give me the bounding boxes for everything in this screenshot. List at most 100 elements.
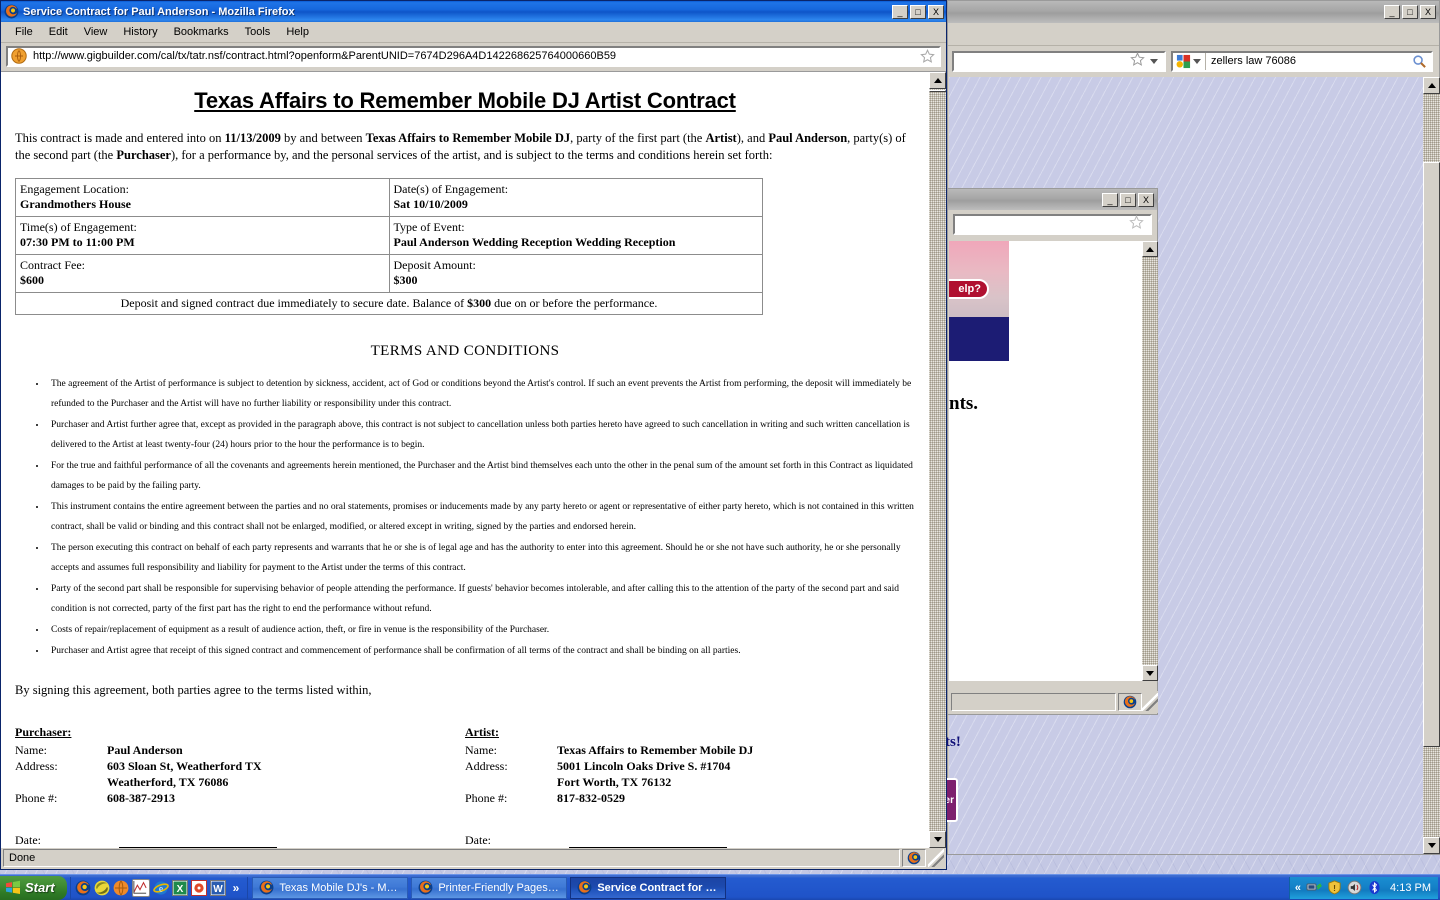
scroll-down-button[interactable] [1423,837,1440,854]
site-identity-icon[interactable] [11,48,27,64]
menu-item-history[interactable]: History [115,24,165,40]
quick-launch-bar[interactable]: e X W » [69,876,249,899]
signature-date-line[interactable] [569,834,727,848]
tray-expand-icon[interactable]: « [1295,882,1301,894]
menu-item-help[interactable]: Help [278,24,317,40]
taskbar-item-printer-friendly-pages[interactable]: Printer-Friendly Pages - ... [411,876,568,899]
background-window-b-navbar[interactable] [948,210,1157,238]
network-icon[interactable] [1306,880,1322,895]
maximize-button[interactable]: □ [1120,192,1136,207]
bluetooth-icon[interactable] [1367,880,1382,895]
address-bar[interactable]: http://www.gigbuilder.com/cal/tx/tatr.ns… [6,45,941,67]
menu-item-view[interactable]: View [76,24,116,40]
list-item: Party of the second part shall be respon… [47,579,915,619]
maximize-button[interactable]: □ [1402,5,1418,19]
bookmark-star-icon[interactable] [1130,52,1145,70]
intro-prefix: This contract is made and entered into o… [15,130,225,145]
clock[interactable]: 4:13 PM [1390,882,1431,894]
scroll-down-button[interactable] [929,830,946,848]
browser-content-area: Texas Affairs to Remember Mobile DJ Arti… [1,70,946,848]
firefox-status-icon[interactable] [902,849,926,868]
url-text[interactable]: http://www.gigbuilder.com/cal/tx/tatr.ns… [33,50,920,62]
navigation-toolbar[interactable]: http://www.gigbuilder.com/cal/tx/tatr.ns… [1,42,946,70]
maximize-button[interactable]: □ [910,4,926,19]
firefox-status-icon[interactable] [1118,693,1142,711]
background-url-bar[interactable] [952,50,1166,72]
purchaser-block: Purchaser: Name: Paul Anderson Address: … [15,724,465,848]
minimize-button[interactable]: _ [892,4,908,19]
background-search-input[interactable]: zellers law 76086 [1211,55,1412,67]
background-scrollbar-vertical[interactable] [1423,77,1440,854]
page-scrollbar-vertical[interactable] [929,71,946,848]
menu-item-bookmarks[interactable]: Bookmarks [166,24,237,40]
scrollbar-thumb[interactable] [1423,162,1440,747]
background-window-b-titlebar[interactable]: _ □ X [948,189,1157,210]
signature-date-line[interactable] [119,834,277,848]
taskbar-item-service-contract[interactable]: Service Contract for P... [570,876,727,899]
scroll-down-button[interactable] [1142,665,1158,681]
firefox-quicklaunch-icon[interactable] [75,880,91,896]
scroll-up-button[interactable] [1423,77,1440,94]
deposit-note-prefix: Deposit and signed contract due immediat… [120,295,468,310]
search-magnifier-icon[interactable] [1412,54,1427,69]
netscape-quicklaunch-icon[interactable] [94,880,110,896]
contract-intro-paragraph: This contract is made and entered into o… [15,130,915,164]
bookmark-star-icon[interactable] [1129,215,1144,233]
close-button[interactable]: X [1420,5,1436,19]
search-engine-dropdown-icon[interactable] [1193,58,1201,64]
url-dropdown-icon[interactable] [1150,58,1158,64]
start-button[interactable]: Start [0,875,67,900]
internet-explorer-quicklaunch-icon[interactable]: e [152,880,169,896]
chart-quicklaunch-icon[interactable] [131,878,150,897]
background-window-navbar[interactable]: zellers law 76086 [948,46,1439,76]
volume-icon[interactable] [1347,880,1362,895]
background-b-url-bar[interactable] [953,213,1152,235]
window-controls[interactable]: _ □ X [892,4,944,19]
cell-type-of-event: Type of Event: Paul Anderson Wedding Rec… [388,215,763,255]
menu-item-file[interactable]: File [7,24,41,40]
word-quicklaunch-icon[interactable]: W [209,879,226,896]
label: Address: [465,758,508,773]
quicklaunch-overflow-icon[interactable]: » [229,881,244,895]
scrollbar-thumb[interactable] [929,89,946,92]
minimize-button[interactable]: _ [1102,192,1118,207]
menu-item-tools[interactable]: Tools [237,24,279,40]
bookmark-star-icon[interactable] [920,48,935,64]
google-icon[interactable] [1176,54,1191,69]
close-button[interactable]: X [928,4,944,19]
background-window-menubar[interactable] [948,23,1439,46]
scroll-up-button[interactable] [929,71,946,89]
background-window-titlebar[interactable]: _ □ X [948,1,1439,23]
background-b-scrollbar[interactable] [1142,241,1158,681]
taskbar-window-list[interactable]: Texas Mobile DJ's - Mozill... Printer-Fr… [252,876,1289,899]
system-tray[interactable]: « ! 4:13 PM [1288,876,1438,899]
resize-grip[interactable] [1142,693,1158,711]
background-browser-window-secondary[interactable]: _ □ X elp? nts. [947,188,1158,715]
table-row: Time(s) of Engagement: 07:30 PM to 11:00… [15,215,763,255]
windows-flag-icon [5,880,21,895]
menu-item-edit[interactable]: Edit [41,24,76,40]
menu-bar[interactable]: File Edit View History Bookmarks Tools H… [1,22,946,43]
background-window-controls[interactable]: _ □ X [1384,5,1436,19]
background-window-b-controls[interactable]: _ □ X [1102,192,1154,207]
security-alert-icon[interactable]: ! [1327,880,1342,895]
taskbar-item-label: Texas Mobile DJ's - Mozill... [279,881,402,894]
engagement-details-table: Engagement Location: Grandmothers House … [15,177,763,315]
intro-artist-term: Artist [705,130,737,145]
taskbar[interactable]: Start e X W » Texas Mobile DJ's - Mozill… [0,874,1440,900]
close-button[interactable]: X [1138,192,1154,207]
help-badge[interactable]: elp? [949,279,989,299]
minimize-button[interactable]: _ [1384,5,1400,19]
window-titlebar[interactable]: Service Contract for Paul Anderson - Moz… [1,1,946,23]
excel-quicklaunch-icon[interactable]: X [171,879,188,896]
background-search-bar[interactable]: zellers law 76086 [1171,50,1433,72]
firefox-window[interactable]: Service Contract for Paul Anderson - Moz… [0,0,947,870]
intro-purchaser-name: Paul Anderson [768,130,848,145]
purchaser-heading: Purchaser: [15,724,72,739]
media-quicklaunch-icon[interactable] [190,879,207,896]
resize-grip[interactable] [928,849,944,868]
gigbuilder-quicklaunch-icon[interactable] [113,880,129,896]
scroll-up-button[interactable] [1142,241,1158,257]
label: Time(s) of Engagement: [20,219,137,234]
taskbar-item-texas-mobile-djs[interactable]: Texas Mobile DJ's - Mozill... [252,876,409,899]
